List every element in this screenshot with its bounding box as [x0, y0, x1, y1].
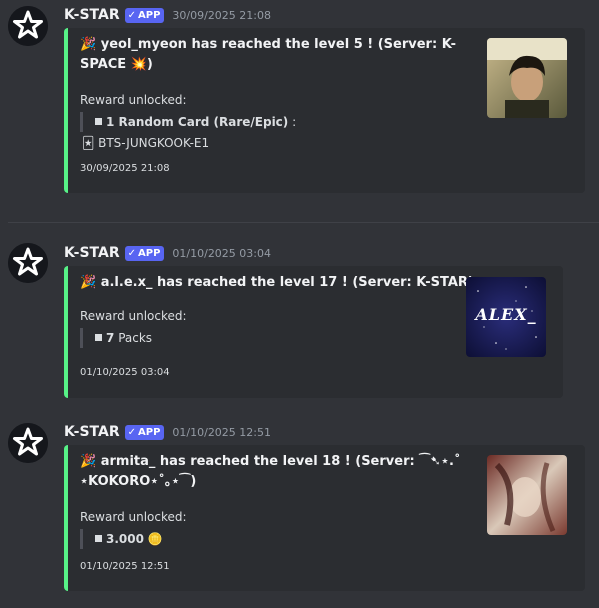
user-thumbnail[interactable] [487, 455, 567, 535]
reward-quote: 3.000 🪙 [80, 529, 163, 549]
level-up-embed: 🎉 a.l.e.x_ has reached the level 17 ! (S… [64, 266, 563, 398]
user-thumbnail[interactable]: ALEX_ [466, 277, 546, 357]
app-badge: ✓ APP [124, 7, 165, 23]
check-icon: ✓ [127, 426, 136, 438]
bot-avatar[interactable] [8, 6, 48, 46]
embed-title: 🎉 a.l.e.x_ has reached the level 17 ! (S… [80, 275, 474, 290]
embed-footer: 01/10/2025 03:04 [80, 367, 170, 378]
bot-avatar[interactable] [8, 423, 48, 463]
card-name: BTS-JUNGKOOK-E1 [98, 136, 210, 150]
reward-label: Reward unlocked: [80, 510, 187, 524]
level-up-embed: 🎉 yeol_myeon has reached the level 5 ! (… [64, 28, 585, 193]
coin-icon: 🪙 [147, 532, 163, 546]
card-line: 🃏 BTS-JUNGKOOK-E1 [82, 133, 209, 153]
embed-footer: 30/09/2025 21:08 [80, 163, 170, 174]
timestamp[interactable]: 01/10/2025 12:51 [172, 426, 271, 439]
reward-label: Reward unlocked: [80, 93, 187, 107]
check-icon: ✓ [127, 9, 136, 21]
timestamp[interactable]: 30/09/2025 21:08 [172, 9, 271, 22]
party-popper-icon: 🎉 [80, 37, 97, 52]
reward-quote: 1 Random Card (Rare/Epic) : [80, 112, 296, 132]
bullet-square-icon [95, 118, 102, 125]
level-up-embed: 🎉 armita_ has reached the level 18 ! (Se… [64, 445, 585, 591]
bot-avatar[interactable] [8, 243, 48, 283]
username[interactable]: K-STAR [64, 7, 120, 23]
thumbnail-text: ALEX_ [475, 305, 537, 324]
date-divider [8, 222, 599, 223]
username[interactable]: K-STAR [64, 245, 120, 261]
bullet-square-icon [95, 535, 102, 542]
embed-title: 🎉 armita_ has reached the level 18 ! (Se… [80, 454, 461, 489]
reward-label: Reward unlocked: [80, 309, 187, 323]
embed-footer: 01/10/2025 12:51 [80, 561, 170, 572]
star-logo-icon [8, 243, 48, 283]
card-icon: 🃏 [82, 136, 95, 150]
star-logo-icon [8, 6, 48, 46]
username[interactable]: K-STAR [64, 424, 120, 440]
user-thumbnail[interactable] [487, 38, 567, 118]
message-header: K-STAR ✓ APP 01/10/2025 12:51 [64, 423, 271, 441]
embed-title: 🎉 yeol_myeon has reached the level 5 ! (… [80, 37, 457, 72]
app-badge: ✓ APP [124, 245, 165, 261]
message-header: K-STAR ✓ APP 30/09/2025 21:08 [64, 6, 271, 24]
message-header: K-STAR ✓ APP 01/10/2025 03:04 [64, 244, 271, 262]
check-icon: ✓ [127, 247, 136, 259]
app-badge: ✓ APP [124, 424, 165, 440]
bullet-square-icon [95, 334, 102, 341]
party-popper-icon: 🎉 [80, 275, 97, 290]
timestamp[interactable]: 01/10/2025 03:04 [172, 247, 271, 260]
party-popper-icon: 🎉 [80, 454, 97, 469]
star-logo-icon [8, 423, 48, 463]
reward-quote: 7 Packs [80, 328, 152, 348]
